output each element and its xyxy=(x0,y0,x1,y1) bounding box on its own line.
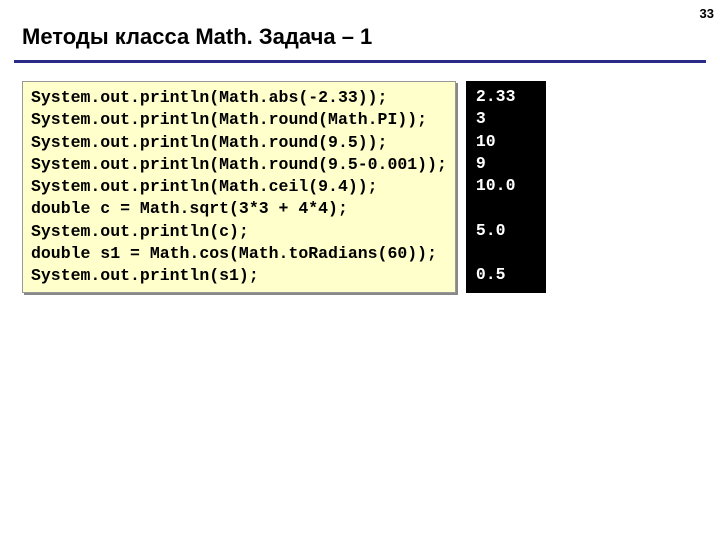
title-underline xyxy=(14,60,706,63)
code-block: System.out.println(Math.abs(-2.33)); Sys… xyxy=(22,81,456,293)
page-number: 33 xyxy=(700,6,714,21)
content-row: System.out.println(Math.abs(-2.33)); Sys… xyxy=(0,81,720,293)
output-block: 2.33 3 10 9 10.0 5.0 0.5 xyxy=(466,81,546,293)
page-title: Методы класса Math. Задача – 1 xyxy=(0,0,720,60)
